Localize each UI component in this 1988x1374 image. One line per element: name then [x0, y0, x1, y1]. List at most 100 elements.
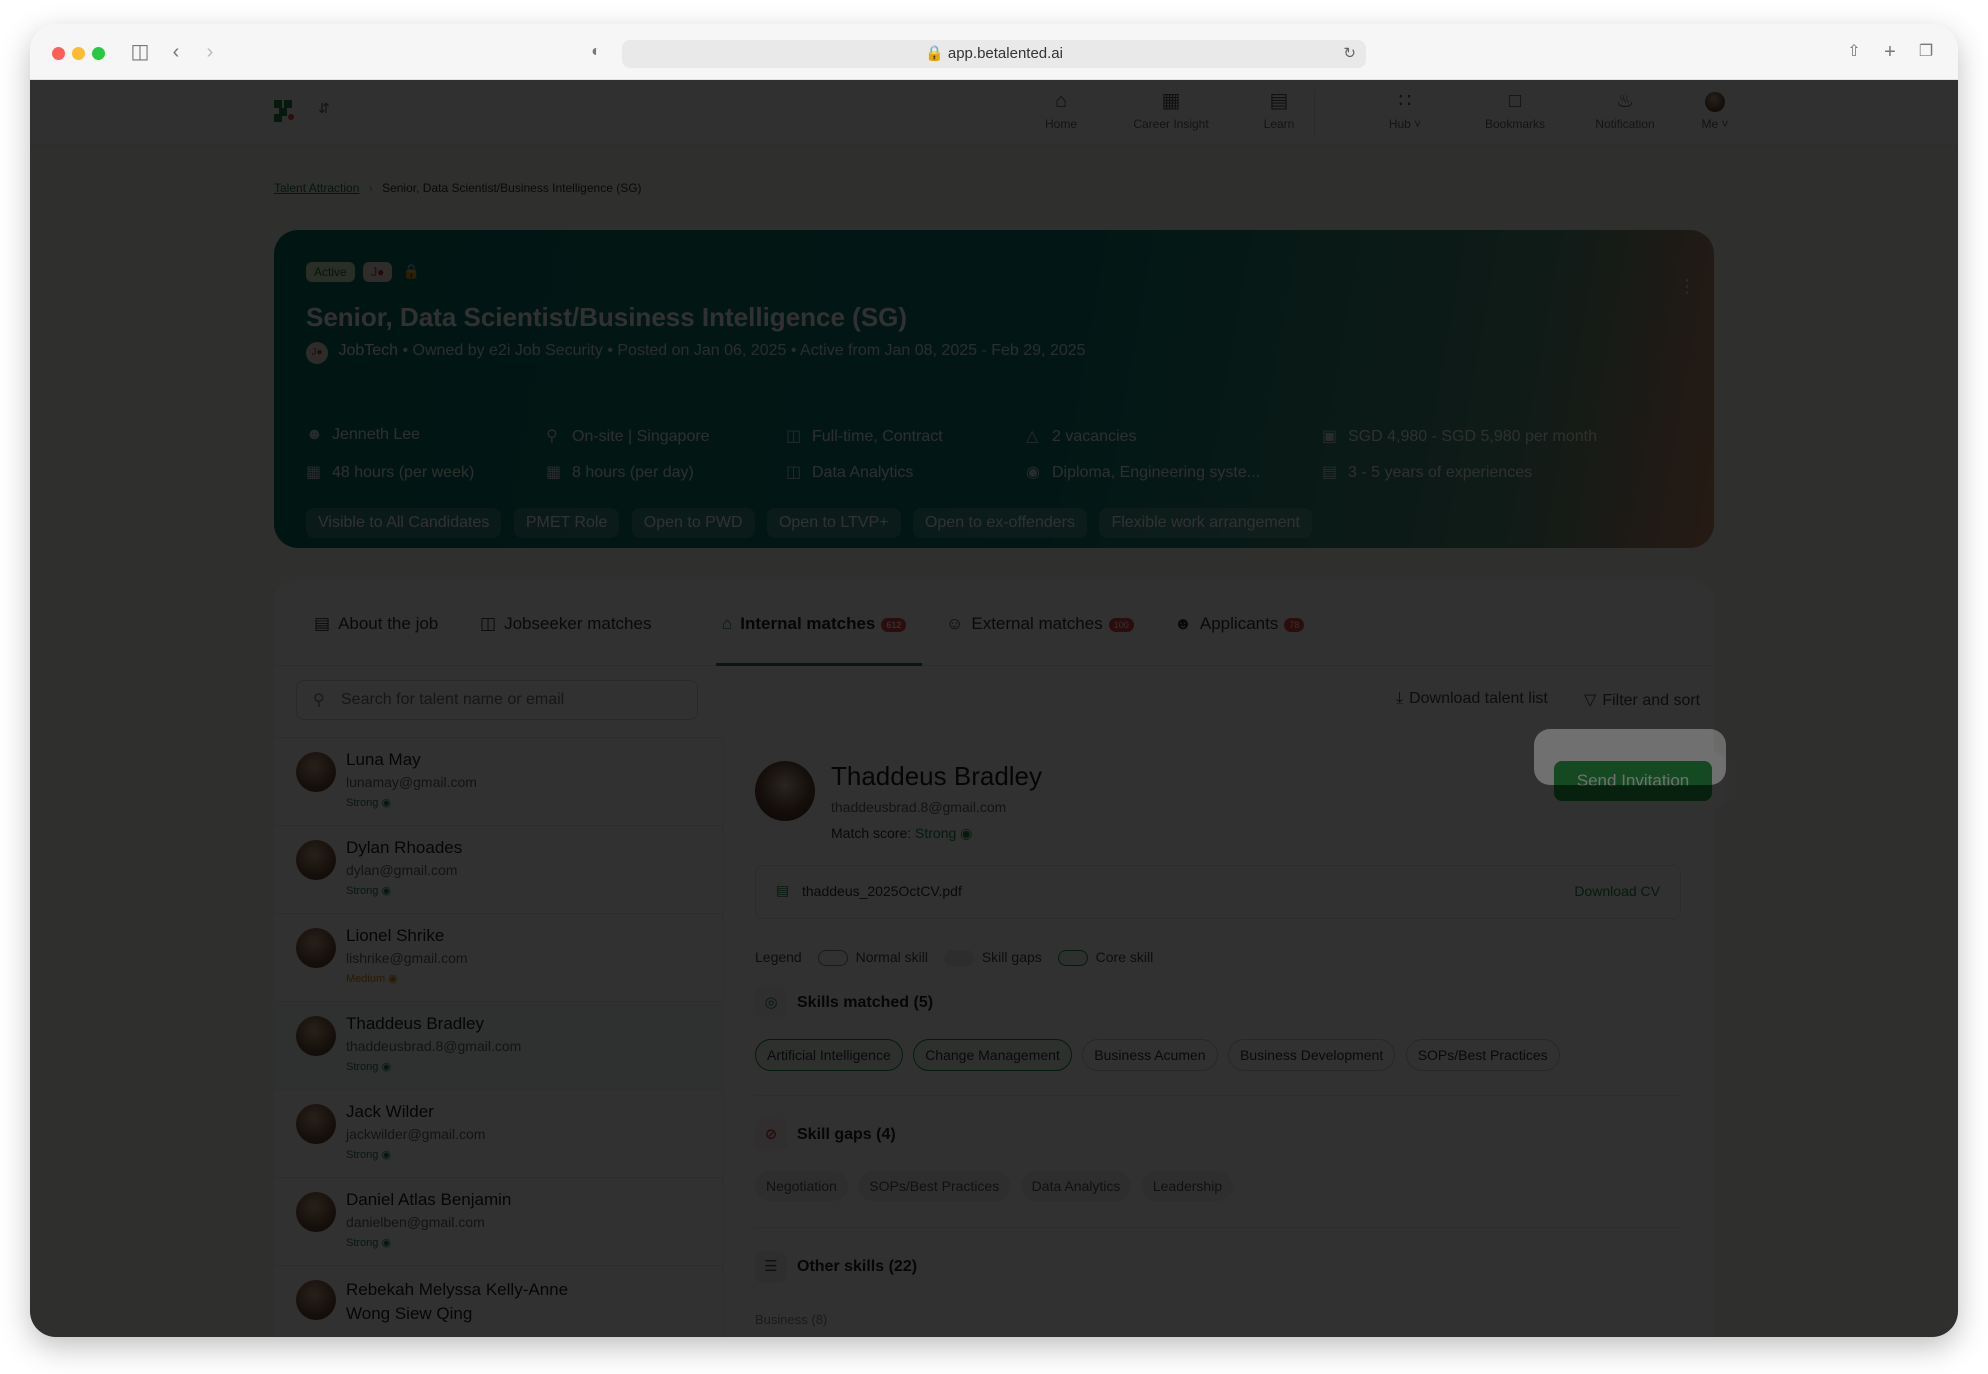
app-navbar: ⇵ ⌂ Home ▦ Career Insight ▤ Learn ∷ Hub … — [30, 80, 1958, 145]
breadcrumb: Talent Attraction › Senior, Data Scienti… — [274, 181, 642, 195]
match-rings-icon: ◎ — [755, 987, 787, 1019]
maximize-window-button[interactable] — [92, 47, 105, 60]
tab-external-matches[interactable]: ☺ External matches 100 — [946, 614, 1134, 634]
list-item-selected[interactable]: Thaddeus Bradley thaddeusbrad.8@gmail.co… — [274, 1002, 724, 1090]
avatar — [296, 840, 336, 880]
avatar — [1705, 91, 1725, 112]
meta-hours-day: ▦ 8 hours (per day) — [546, 464, 694, 481]
skill-gap-chip: Leadership — [1141, 1171, 1234, 1201]
match-strength: Strong ◉ — [346, 797, 392, 809]
match-strength: Medium ◉ — [346, 973, 398, 985]
tag-pwd: Open to PWD — [631, 508, 755, 538]
avatar — [296, 752, 336, 792]
tab-applicants[interactable]: ☻ Applicants 78 — [1174, 614, 1305, 634]
reload-icon[interactable]: ↻ — [1343, 40, 1356, 68]
skill-gaps-title: ⊘ Skill gaps (4) — [755, 1119, 896, 1151]
match-strength: Strong ◉ — [346, 1061, 392, 1073]
app-logo[interactable] — [274, 100, 296, 122]
send-invitation-button[interactable]: Send Invitation — [1554, 761, 1712, 801]
nav-notification[interactable]: ♨ Notification — [1580, 88, 1670, 131]
list-item[interactable]: Rebekah Melyssa Kelly-Anne Wong Siew Qin… — [274, 1266, 724, 1337]
more-options-icon[interactable]: ⋮ — [1678, 276, 1696, 297]
candidate-name: Thaddeus Bradley — [831, 761, 1043, 791]
nav-career-insight[interactable]: ▦ Career Insight — [1126, 88, 1216, 131]
tab-jobseeker-matches[interactable]: ◫ Jobseeker matches — [480, 614, 651, 634]
tab-about-job[interactable]: ▤ About the job — [314, 614, 438, 634]
job-badges: Active J● 🔒 — [306, 262, 420, 282]
back-icon[interactable]: ‹ — [164, 40, 188, 64]
address-bar[interactable]: 🔒 app.betalented.ai ↻ — [622, 40, 1366, 68]
browser-window: ◫ ‹ › ◐ 🔒 app.betalented.ai ↻ ⇧ + ❐ ⇵ ⌂ … — [30, 24, 1958, 1337]
building-icon: ⌂ — [722, 614, 733, 633]
avatar — [296, 1192, 336, 1232]
pdf-file-icon: ▤ — [776, 882, 790, 898]
nav-me[interactable]: Me ˅ — [1670, 88, 1760, 131]
breadcrumb-talent-attraction[interactable]: Talent Attraction — [274, 181, 359, 195]
nav-bookmarks[interactable]: □ Bookmarks — [1470, 88, 1560, 131]
meta-vacancies: △ 2 vacancies — [1026, 428, 1137, 445]
user-check-icon: ☻ — [1174, 614, 1192, 633]
grid-icon: ∷ — [1398, 90, 1412, 112]
money-icon: ▣ — [1322, 428, 1338, 445]
org-name: JobTech — [338, 342, 399, 359]
download-cv-link[interactable]: Download CV — [1574, 883, 1660, 899]
count-badge: 612 — [881, 617, 907, 632]
org-switcher-icon[interactable]: ⇵ — [318, 100, 330, 117]
search-input[interactable] — [341, 689, 681, 711]
avatar — [296, 1104, 336, 1144]
forward-icon[interactable]: › — [198, 40, 222, 64]
document-icon: ▤ — [314, 614, 331, 633]
privacy-shield-icon[interactable]: ◐ — [584, 40, 608, 64]
skills-matched-title: ◎ Skills matched (5) — [755, 987, 933, 1019]
avatar — [296, 1016, 336, 1056]
skill-chip: Artificial Intelligence — [755, 1039, 903, 1071]
share-icon[interactable]: ⇧ — [1842, 40, 1866, 64]
new-tab-icon[interactable]: + — [1878, 40, 1902, 64]
list-item[interactable]: Daniel Atlas Benjamin danielben@gmail.co… — [274, 1178, 724, 1266]
filter-sort-button[interactable]: ▽ Filter and sort — [1584, 690, 1700, 710]
other-skills-subcategory: Business (8) — [755, 1312, 828, 1327]
close-window-button[interactable] — [52, 47, 65, 60]
tab-overview-icon[interactable]: ❐ — [1914, 40, 1938, 64]
send-invitation-highlight: Send Invitation — [1534, 753, 1726, 809]
users-icon: ☺ — [946, 614, 964, 633]
job-title: Senior, Data Scientist/Business Intellig… — [306, 302, 908, 332]
nav-learn[interactable]: ▤ Learn — [1234, 88, 1324, 131]
clock-calendar-icon: ▦ — [546, 464, 562, 481]
match-score: Match score: Strong ◉ — [831, 825, 973, 841]
nav-hub[interactable]: ∷ Hub ˅ — [1360, 88, 1450, 131]
sidebar-toggle-icon[interactable]: ◫ — [128, 40, 152, 64]
list-item[interactable]: Dylan Rhoades dylan@gmail.com Strong ◉ — [274, 826, 724, 914]
tag-pmet: PMET Role — [513, 508, 620, 538]
tag-visible-all: Visible to All Candidates — [306, 508, 502, 538]
skills-matched-chips: Artificial Intelligence Change Managemen… — [755, 1039, 1566, 1071]
meta-function: ◫ Data Analytics — [786, 464, 914, 481]
org-logo-icon: J● — [306, 342, 328, 364]
list-item[interactable]: Lionel Shrike lishrike@gmail.com Medium … — [274, 914, 724, 1002]
job-tags: Visible to All Candidates PMET Role Open… — [306, 508, 1320, 538]
legend-core-swatch — [1057, 950, 1088, 967]
chevron-down-icon: ˅ — [1414, 117, 1422, 131]
download-talent-list-button[interactable]: ⤓ Download talent list — [1396, 690, 1548, 708]
tag-ltvp: Open to LTVP+ — [766, 508, 901, 538]
briefcase-icon: ◫ — [786, 428, 802, 445]
search-box[interactable]: ⚲ — [296, 680, 698, 720]
strong-indicator-icon: ◉ — [960, 825, 973, 841]
nav-home[interactable]: ⌂ Home — [1016, 88, 1106, 131]
briefcase-icon: ◫ — [480, 614, 497, 633]
url-text: app.betalented.ai — [947, 45, 1063, 62]
cv-attachment: ▤ thaddeus_2025OctCV.pdf Download CV — [755, 865, 1681, 919]
analytics-icon: ◫ — [786, 464, 802, 481]
list-item[interactable]: Luna May lunamay@gmail.com Strong ◉ — [274, 738, 724, 826]
skill-chip: Change Management — [913, 1039, 1072, 1071]
minimize-window-button[interactable] — [72, 47, 85, 60]
skill-gap-chip: Data Analytics — [1020, 1171, 1132, 1201]
chevron-down-icon: ˅ — [1721, 117, 1729, 131]
job-posted-date: Posted on Jan 06, 2025 — [617, 342, 787, 359]
tab-internal-matches[interactable]: ⌂ Internal matches 612 — [722, 614, 907, 634]
list-item[interactable]: Jack Wilder jackwilder@gmail.com Strong … — [274, 1090, 724, 1178]
match-strength: Strong ◉ — [346, 1149, 392, 1161]
divider — [755, 1095, 1681, 1096]
legend-normal-swatch — [817, 950, 848, 967]
skill-gap-chip: Negotiation — [755, 1171, 848, 1201]
